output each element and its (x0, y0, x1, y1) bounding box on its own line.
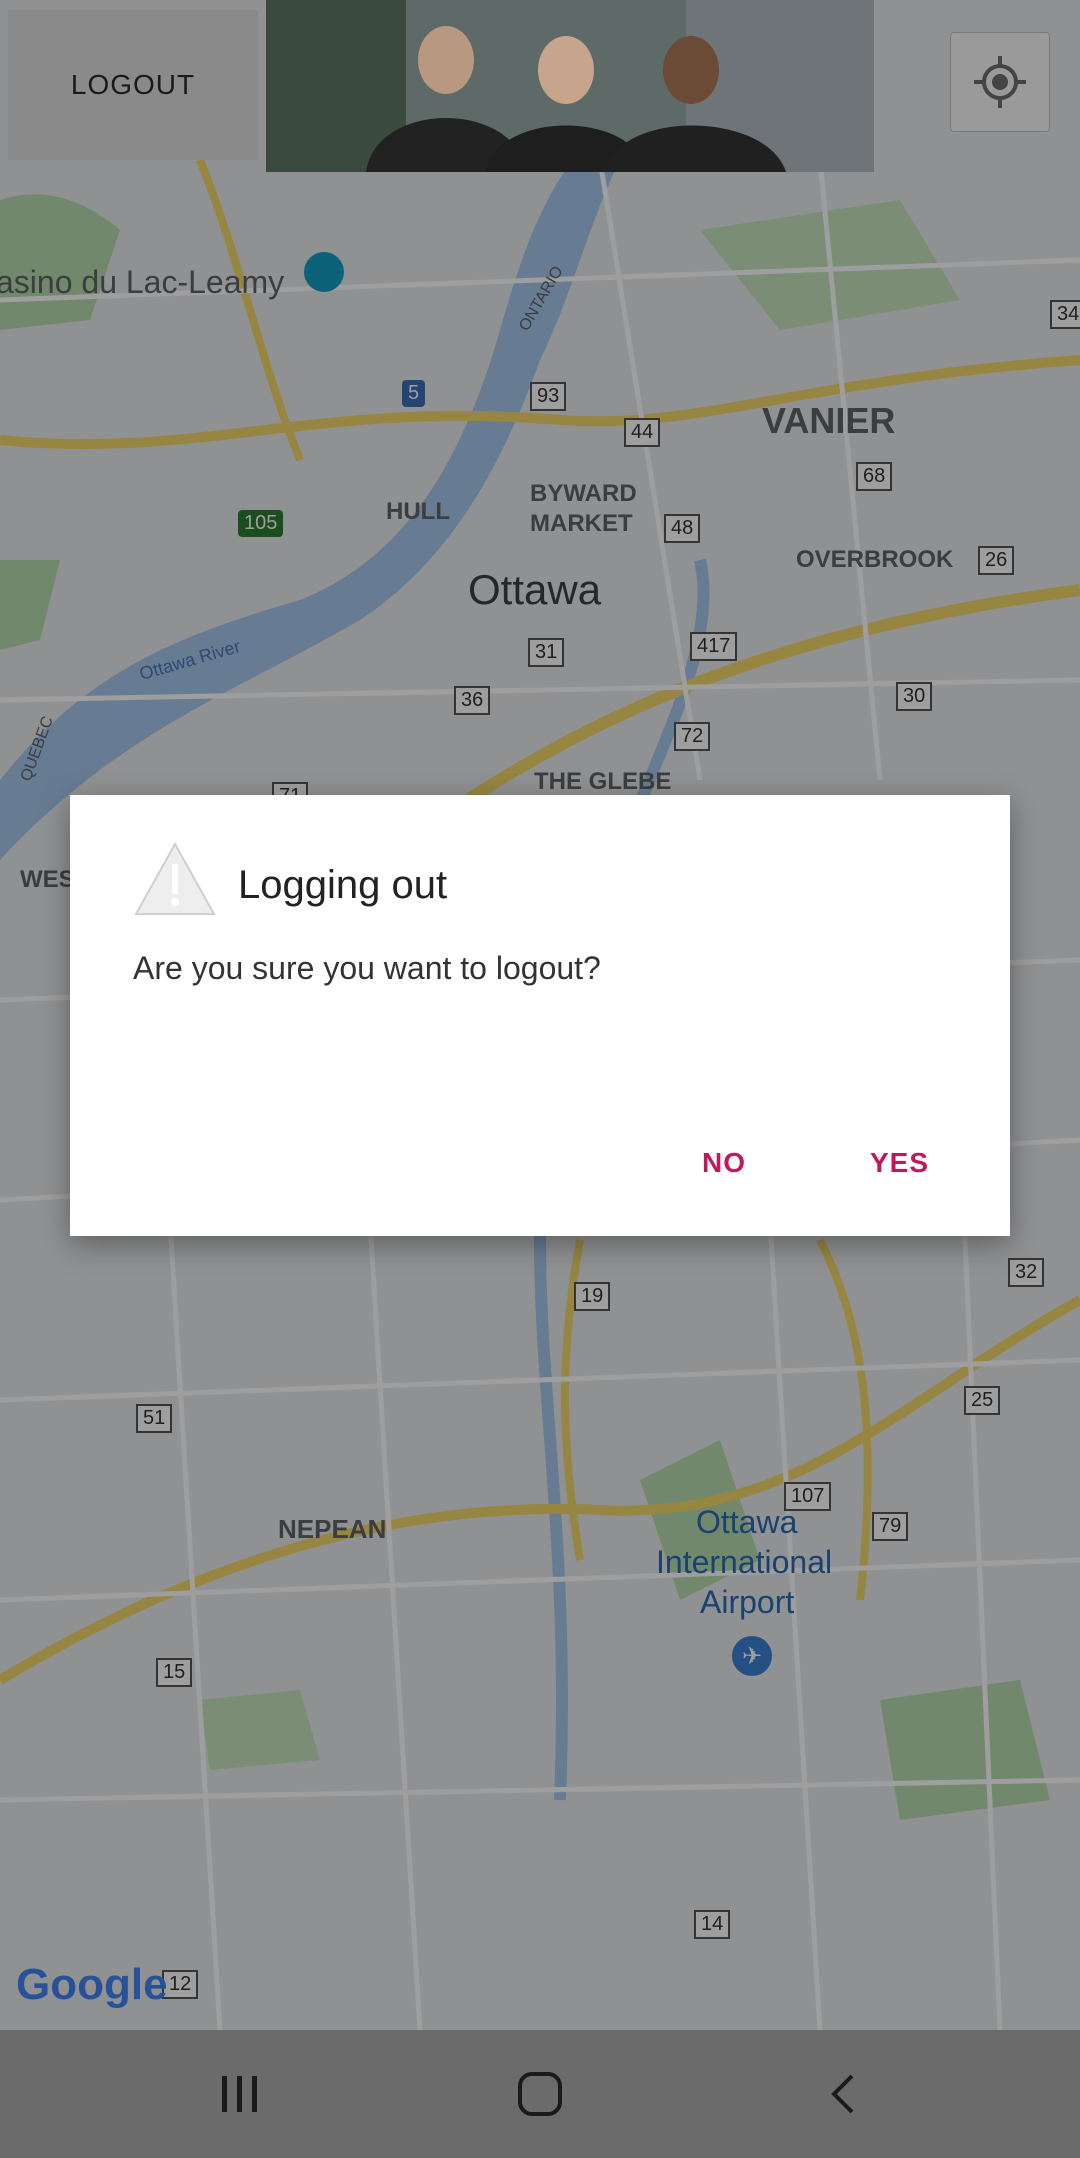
recent-apps-icon (222, 2076, 257, 2112)
crosshair-icon (974, 56, 1026, 108)
no-button[interactable]: NO (682, 1135, 766, 1191)
yes-button[interactable]: YES (850, 1135, 949, 1191)
dialog-title: Logging out (238, 863, 448, 907)
home-icon (518, 2072, 562, 2116)
profile-photo (266, 0, 874, 172)
back-button[interactable] (804, 2054, 884, 2134)
home-button[interactable] (500, 2054, 580, 2134)
logout-dialog: Logging out Are you sure you want to log… (70, 795, 1010, 1236)
back-icon (831, 2074, 854, 2114)
logout-button[interactable]: LOGOUT (8, 10, 258, 160)
recent-apps-button[interactable] (200, 2054, 280, 2134)
system-nav-bar (0, 2030, 1080, 2158)
dialog-message: Are you sure you want to logout? (133, 950, 601, 986)
warning-icon (134, 841, 216, 915)
my-location-button[interactable] (950, 32, 1050, 132)
